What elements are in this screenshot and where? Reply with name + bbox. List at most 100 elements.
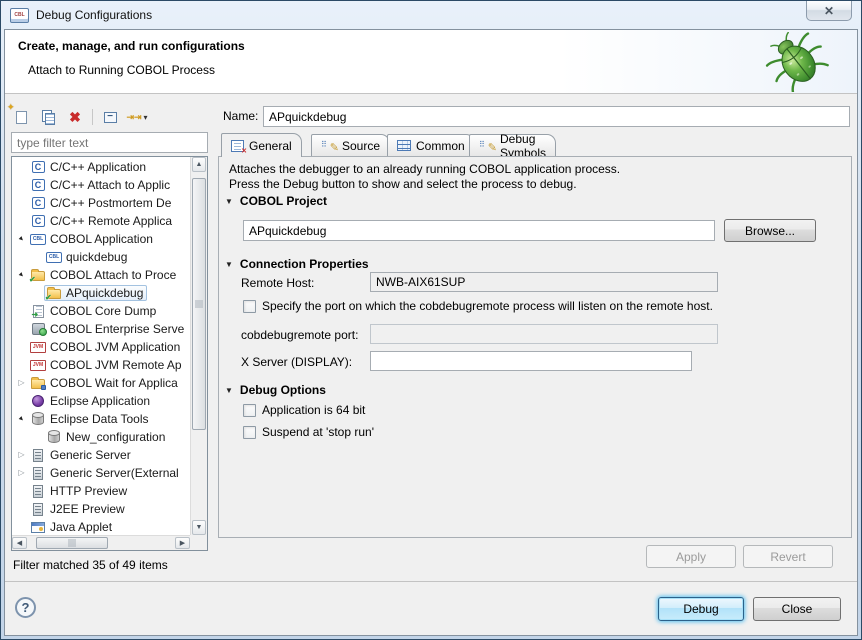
xserver-display-input[interactable] — [370, 351, 692, 371]
browse-button[interactable]: Browse... — [724, 219, 816, 242]
revert-button[interactable]: Revert — [743, 545, 833, 568]
section-collapse-icon: ▼ — [225, 196, 233, 206]
tree-item-label: Generic Server — [50, 448, 131, 462]
tree-item[interactable]: C C/C++ Postmortem De — [12, 194, 190, 212]
tree-item[interactable]: JVM COBOL JVM Remote Ap — [12, 356, 190, 374]
beetle-image — [765, 32, 829, 92]
c-icon: C — [30, 196, 46, 210]
tab-debug-symbols[interactable]: Debug Symbols — [469, 132, 557, 160]
collapse-all-icon: − — [103, 111, 117, 123]
scroll-down-icon[interactable]: ▼ — [192, 520, 206, 535]
source-tab-icon — [321, 139, 339, 154]
horizontal-scrollbar-thumb[interactable] — [36, 537, 108, 549]
applet-icon — [30, 520, 46, 534]
tree-item[interactable]: ▷ COBOL Wait for Applica — [12, 374, 190, 392]
debug-symbols-tab-icon — [479, 139, 497, 154]
expand-collapse-icon[interactable]: ▷ — [15, 469, 28, 477]
cobol-project-input[interactable] — [243, 220, 715, 241]
vertical-scrollbar-thumb[interactable] — [192, 178, 206, 430]
suspend-stop-run-checkbox-row[interactable]: Suspend at 'stop run' — [243, 425, 374, 439]
expand-collapse-icon[interactable]: ▸ — [14, 412, 29, 427]
tree-item-label: Java Applet — [50, 520, 113, 534]
tree-item-label: J2EE Preview — [50, 502, 125, 516]
tree-item[interactable]: C C/C++ Remote Applica — [12, 212, 190, 230]
new-configuration-button[interactable]: ✦ — [7, 102, 31, 127]
cobdebugremote-port-input — [370, 324, 718, 344]
tree-item[interactable]: HTTP Preview — [12, 482, 190, 500]
common-tab-icon — [397, 140, 411, 151]
specify-port-checkbox-row[interactable]: Specify the port on which the cobdebugre… — [243, 299, 845, 313]
expand-collapse-icon[interactable]: ▸ — [14, 268, 29, 283]
expand-collapse-icon[interactable]: ▸ — [14, 232, 29, 247]
window-titlebar: CBL Debug Configurations ✕ — [1, 1, 861, 29]
description-line: Press the Debug button to show and selec… — [229, 177, 577, 191]
tree-item-label: C/C++ Remote Applica — [50, 214, 173, 228]
scroll-up-icon[interactable]: ▲ — [192, 157, 206, 172]
tree-item-label: COBOL Core Dump — [50, 304, 157, 318]
application-64bit-checkbox-row[interactable]: Application is 64 bit — [243, 403, 365, 417]
tree-item-label: Eclipse Data Tools — [50, 412, 149, 426]
name-input[interactable] — [263, 106, 850, 127]
tab-common[interactable]: Common — [387, 134, 475, 156]
tree-item[interactable]: ▸ Eclipse Data Tools — [12, 410, 190, 428]
server-icon — [30, 502, 46, 516]
scroll-right-icon[interactable]: ▶ — [175, 537, 190, 549]
help-button[interactable]: ? — [15, 597, 36, 618]
section-title: Debug Options — [239, 383, 326, 397]
tree-item[interactable]: C C/C++ Attach to Applic — [12, 176, 190, 194]
tab-label: General — [249, 138, 292, 153]
tree-horizontal-scrollbar[interactable]: ◀ ▶ — [12, 535, 190, 550]
tree-item[interactable]: COBOL Core Dump — [12, 302, 190, 320]
tab-label: Source — [342, 138, 381, 153]
tree-item[interactable]: New_configuration — [12, 428, 190, 446]
tree-item[interactable]: Eclipse Application — [12, 392, 190, 410]
collapse-all-button[interactable]: − — [100, 107, 120, 127]
application-64bit-checkbox[interactable] — [243, 403, 256, 417]
banner-title: Create, manage, and run configurations — [18, 39, 245, 53]
window-close-button[interactable]: ✕ — [806, 1, 852, 21]
tree-item[interactable]: CBL quickdebug — [12, 248, 190, 266]
close-button[interactable]: Close — [753, 597, 841, 621]
delete-configuration-button[interactable]: ✖ — [65, 107, 85, 127]
duplicate-icon — [44, 112, 55, 125]
apply-button[interactable]: Apply — [646, 545, 736, 568]
window-title: Debug Configurations — [36, 8, 153, 22]
filter-icon: ⇥⇥ — [126, 112, 142, 122]
section-cobol-project[interactable]: ▼ COBOL Project — [225, 194, 327, 208]
tab-source[interactable]: Source — [311, 134, 391, 156]
tree-vertical-scrollbar[interactable]: ▲ ▼ — [190, 157, 207, 535]
tree-item-label: quickdebug — [66, 250, 128, 264]
tree-item-selected[interactable]: ✔ APquickdebug — [12, 284, 190, 302]
tree-item-label: COBOL Application — [50, 232, 153, 246]
tree-item[interactable]: ▸ ✔ COBOL Attach to Proce — [12, 266, 190, 284]
tree-item-label: New_configuration — [66, 430, 166, 444]
filter-configurations-button[interactable]: ⇥⇥ ▾ — [126, 107, 147, 127]
tree-item[interactable]: JVM COBOL JVM Application — [12, 338, 190, 356]
toolbar-separator — [92, 109, 93, 125]
filter-input[interactable] — [12, 133, 207, 152]
tree-item[interactable]: C C/C++ Application — [12, 158, 190, 176]
general-tab-content: Attaches the debugger to an already runn… — [218, 156, 852, 538]
debug-button[interactable]: Debug — [658, 597, 744, 621]
folder-check-icon: ✔ — [45, 286, 62, 302]
tree-item[interactable]: ▷ Generic Server — [12, 446, 190, 464]
scroll-left-icon[interactable]: ◀ — [12, 537, 27, 549]
cobol-icon: CBL — [46, 250, 62, 264]
specify-port-checkbox[interactable] — [243, 299, 256, 313]
application-64bit-label: Application is 64 bit — [262, 403, 366, 417]
tree-item[interactable]: J2EE Preview — [12, 500, 190, 518]
tab-general[interactable]: General — [221, 133, 302, 157]
suspend-stop-run-checkbox[interactable] — [243, 425, 256, 439]
section-collapse-icon: ▼ — [225, 385, 233, 395]
section-debug-options[interactable]: ▼ Debug Options — [225, 383, 326, 397]
tree-item[interactable]: ▸ CBL COBOL Application — [12, 230, 190, 248]
duplicate-configuration-button[interactable] — [38, 107, 58, 127]
tree-item[interactable]: ▷ Generic Server(External — [12, 464, 190, 482]
section-title: COBOL Project — [239, 194, 328, 208]
tree-item[interactable]: Java Applet — [12, 518, 190, 535]
tree-item[interactable]: COBOL Enterprise Serve — [12, 320, 190, 338]
tree-item-label: COBOL Wait for Applica — [50, 376, 178, 390]
section-connection-properties[interactable]: ▼ Connection Properties — [225, 257, 369, 271]
expand-collapse-icon[interactable]: ▷ — [15, 451, 28, 459]
expand-collapse-icon[interactable]: ▷ — [15, 379, 28, 387]
